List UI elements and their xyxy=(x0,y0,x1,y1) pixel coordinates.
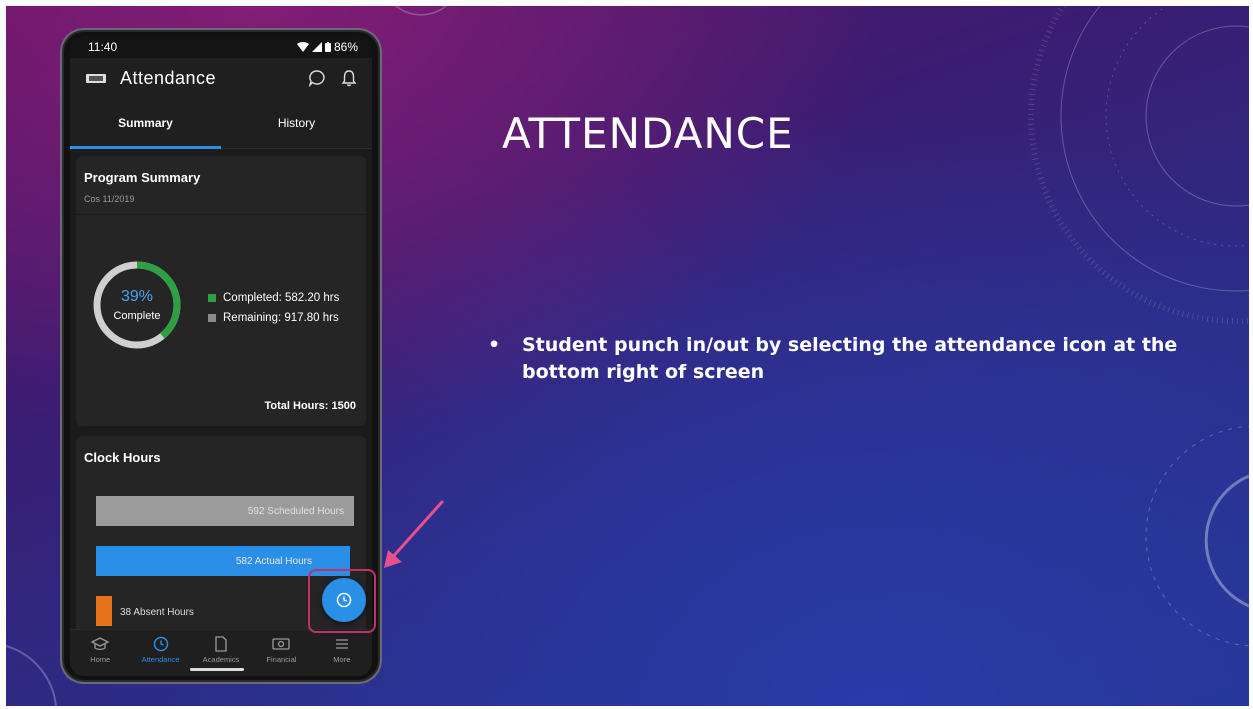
battery-percent: 86% xyxy=(333,40,358,54)
wifi-icon xyxy=(296,42,309,52)
app-logo-icon xyxy=(86,73,106,83)
clock-icon xyxy=(336,592,352,608)
nav-home-label: Home xyxy=(90,655,111,664)
percent-label: Complete xyxy=(113,310,161,322)
program-summary-title: Program Summary xyxy=(84,170,201,185)
gesture-home-bar xyxy=(190,668,244,671)
card-divider xyxy=(76,214,366,215)
menu-icon xyxy=(333,636,351,652)
nav-academics-label: Academics xyxy=(202,655,240,664)
tab-summary[interactable]: Summary xyxy=(70,98,221,149)
completed-swatch xyxy=(208,294,216,302)
scheduled-hours-bar: 592 Scheduled Hours xyxy=(96,496,354,526)
app-bar: Attendance xyxy=(70,58,372,98)
absent-hours-label: 38 Absent Hours xyxy=(120,607,194,618)
status-icons: 86% xyxy=(296,40,358,54)
completed-hours: Completed: 582.20 hrs xyxy=(223,292,340,304)
percent-complete: 39% xyxy=(120,288,154,305)
money-icon xyxy=(272,636,291,652)
app-title: Attendance xyxy=(120,67,217,88)
status-time: 11:40 xyxy=(88,40,118,54)
nav-financial[interactable]: Financial xyxy=(251,630,311,676)
remaining-swatch xyxy=(208,314,216,322)
nav-more[interactable]: More xyxy=(312,630,372,676)
bell-icon[interactable] xyxy=(338,67,360,89)
bottom-navigation: Home Attendance Academics Financial More xyxy=(70,629,372,676)
nav-more-label: More xyxy=(333,655,351,664)
bullet-text: Student punch in/out by selecting the at… xyxy=(522,334,1178,383)
scheduled-hours-label: 592 Scheduled Hours xyxy=(247,505,344,517)
status-bar: 11:40 86% xyxy=(70,36,372,58)
bullet-symbol: • xyxy=(488,334,501,356)
nav-financial-label: Financial xyxy=(266,655,297,664)
legend-remaining: Remaining: 917.80 hrs xyxy=(208,308,339,328)
hours-legend: Completed: 582.20 hrs Remaining: 917.80 … xyxy=(208,288,339,328)
clock-icon xyxy=(152,636,170,652)
actual-hours-label: 582 Actual Hours xyxy=(235,555,312,567)
nav-attendance-label: Attendance xyxy=(141,655,180,664)
battery-icon xyxy=(324,42,331,52)
progress-donut: 39% Complete xyxy=(92,260,182,350)
slide-title: ATTENDANCE xyxy=(502,109,794,158)
pointer-arrow xyxy=(384,500,444,568)
total-hours: Total Hours: 1500 xyxy=(264,400,357,412)
nav-attendance[interactable]: Attendance xyxy=(130,630,190,676)
remaining-hours: Remaining: 917.80 hrs xyxy=(223,312,339,324)
program-summary-card: Program Summary Cos 11/2019 39% Complete… xyxy=(76,156,366,426)
graduation-cap-icon xyxy=(91,636,110,652)
program-name: Cos 11/2019 xyxy=(84,194,135,204)
document-icon xyxy=(212,636,230,652)
absent-hours-bar xyxy=(96,596,112,626)
clock-hours-title: Clock Hours xyxy=(84,450,161,465)
tab-bar: Summary History xyxy=(70,98,372,149)
signal-icon xyxy=(311,42,322,52)
chat-icon[interactable] xyxy=(306,67,328,89)
legend-completed: Completed: 582.20 hrs xyxy=(208,288,339,308)
bullet-point: • Student punch in/out by selecting the … xyxy=(486,332,1186,386)
punch-clock-button[interactable] xyxy=(322,578,366,622)
nav-home[interactable]: Home xyxy=(70,630,130,676)
tab-history[interactable]: History xyxy=(221,98,372,148)
